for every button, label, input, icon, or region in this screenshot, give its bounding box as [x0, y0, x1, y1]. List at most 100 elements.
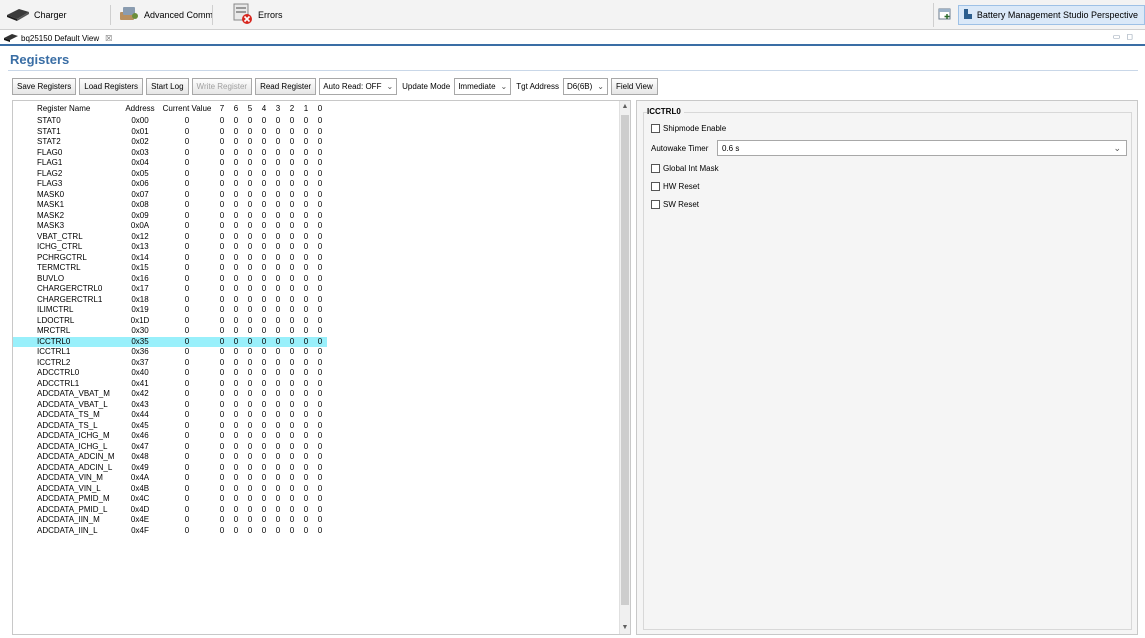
bit-7-cell[interactable]: 0: [215, 148, 229, 159]
bit-0-cell[interactable]: 0: [313, 326, 327, 337]
bit-4-cell[interactable]: 0: [257, 148, 271, 159]
register-name-cell[interactable]: TERMCTRL: [13, 263, 121, 274]
register-name-cell[interactable]: FLAG1: [13, 158, 121, 169]
register-name-cell[interactable]: VBAT_CTRL: [13, 232, 121, 243]
bit-4-cell[interactable]: 0: [257, 368, 271, 379]
bit-0-cell[interactable]: 0: [313, 452, 327, 463]
bit-7-cell[interactable]: 0: [215, 274, 229, 285]
current-value-cell[interactable]: 0: [159, 232, 215, 243]
bit-5-cell[interactable]: 0: [243, 221, 257, 232]
table-row[interactable]: ADCDATA_VBAT_L 0x43 0 0 0 0 0 0 0 0 0: [13, 400, 327, 411]
bit-1-cell[interactable]: 0: [299, 274, 313, 285]
address-cell[interactable]: 0x4A: [121, 473, 159, 484]
register-name-cell[interactable]: ADCDATA_VBAT_L: [13, 400, 121, 411]
scrollbar-thumb[interactable]: [621, 115, 629, 605]
bit-3-cell[interactable]: 0: [271, 421, 285, 432]
current-value-cell[interactable]: 0: [159, 295, 215, 306]
bit-1-cell[interactable]: 0: [299, 505, 313, 516]
perspective-tab-advanced-comm[interactable]: Advanced Comm: [118, 3, 213, 27]
bit-7-cell[interactable]: 0: [215, 463, 229, 474]
table-row[interactable]: TERMCTRL 0x15 0 0 0 0 0 0 0 0 0: [13, 263, 327, 274]
table-row[interactable]: ADCDATA_ICHG_M 0x46 0 0 0 0 0 0 0 0 0: [13, 431, 327, 442]
address-cell[interactable]: 0x44: [121, 410, 159, 421]
bit-1-cell[interactable]: 0: [299, 400, 313, 411]
bit-0-cell[interactable]: 0: [313, 148, 327, 159]
bit-0-cell[interactable]: 0: [313, 421, 327, 432]
table-row[interactable]: MASK2 0x09 0 0 0 0 0 0 0 0 0: [13, 211, 327, 222]
battery-management-perspective-button[interactable]: Battery Management Studio Perspective: [957, 5, 1145, 25]
register-name-cell[interactable]: ADCDATA_PMID_M: [13, 494, 121, 505]
current-value-cell[interactable]: 0: [159, 410, 215, 421]
bit-4-cell[interactable]: 0: [257, 263, 271, 274]
bit-0-cell[interactable]: 0: [313, 316, 327, 327]
bit-6-cell[interactable]: 0: [229, 526, 243, 537]
bit-7-cell[interactable]: 0: [215, 336, 229, 347]
table-row[interactable]: STAT0 0x00 0 0 0 0 0 0 0 0 0: [13, 116, 327, 127]
bit-0-cell[interactable]: 0: [313, 526, 327, 537]
bit-4-cell[interactable]: 0: [257, 410, 271, 421]
bit-7-cell[interactable]: 0: [215, 442, 229, 453]
address-cell[interactable]: 0x4D: [121, 505, 159, 516]
bit-3-cell[interactable]: 0: [271, 452, 285, 463]
column-header-register-name[interactable]: Register Name: [13, 101, 121, 116]
bit-0-cell[interactable]: 0: [313, 253, 327, 264]
current-value-cell[interactable]: 0: [159, 452, 215, 463]
table-row[interactable]: ILIMCTRL 0x19 0 0 0 0 0 0 0 0 0: [13, 305, 327, 316]
bit-1-cell[interactable]: 0: [299, 190, 313, 201]
bit-4-cell[interactable]: 0: [257, 221, 271, 232]
bit-6-cell[interactable]: 0: [229, 127, 243, 138]
bit-1-cell[interactable]: 0: [299, 284, 313, 295]
bit-3-cell[interactable]: 0: [271, 232, 285, 243]
bit-4-cell[interactable]: 0: [257, 116, 271, 127]
bit-5-cell[interactable]: 0: [243, 148, 257, 159]
bit-4-cell[interactable]: 0: [257, 473, 271, 484]
bit-7-cell[interactable]: 0: [215, 473, 229, 484]
bit-3-cell[interactable]: 0: [271, 200, 285, 211]
bit-3-cell[interactable]: 0: [271, 347, 285, 358]
bit-1-cell[interactable]: 0: [299, 169, 313, 180]
bit-1-cell[interactable]: 0: [299, 379, 313, 390]
address-cell[interactable]: 0x35: [121, 336, 159, 347]
bit-4-cell[interactable]: 0: [257, 347, 271, 358]
address-cell[interactable]: 0x05: [121, 169, 159, 180]
bit-2-cell[interactable]: 0: [285, 190, 299, 201]
bit-5-cell[interactable]: 0: [243, 526, 257, 537]
bit-6-cell[interactable]: 0: [229, 410, 243, 421]
bit-6-cell[interactable]: 0: [229, 505, 243, 516]
bit-7-cell[interactable]: 0: [215, 526, 229, 537]
bit-0-cell[interactable]: 0: [313, 263, 327, 274]
address-cell[interactable]: 0x01: [121, 127, 159, 138]
bit-3-cell[interactable]: 0: [271, 379, 285, 390]
bit-1-cell[interactable]: 0: [299, 347, 313, 358]
current-value-cell[interactable]: 0: [159, 505, 215, 516]
bit-3-cell[interactable]: 0: [271, 190, 285, 201]
column-header-bit-6[interactable]: 6: [229, 101, 243, 116]
bit-2-cell[interactable]: 0: [285, 389, 299, 400]
bit-3-cell[interactable]: 0: [271, 221, 285, 232]
bit-5-cell[interactable]: 0: [243, 190, 257, 201]
scroll-up-icon[interactable]: ▲: [620, 102, 630, 112]
bit-6-cell[interactable]: 0: [229, 200, 243, 211]
table-row[interactable]: STAT1 0x01 0 0 0 0 0 0 0 0 0: [13, 127, 327, 138]
bit-7-cell[interactable]: 0: [215, 368, 229, 379]
current-value-cell[interactable]: 0: [159, 263, 215, 274]
field-view-button[interactable]: Field View: [610, 77, 658, 95]
bit-4-cell[interactable]: 0: [257, 526, 271, 537]
bit-5-cell[interactable]: 0: [243, 347, 257, 358]
bit-6-cell[interactable]: 0: [229, 358, 243, 369]
address-cell[interactable]: 0x42: [121, 389, 159, 400]
address-cell[interactable]: 0x46: [121, 431, 159, 442]
bit-2-cell[interactable]: 0: [285, 137, 299, 148]
bit-2-cell[interactable]: 0: [285, 400, 299, 411]
bit-7-cell[interactable]: 0: [215, 295, 229, 306]
bit-5-cell[interactable]: 0: [243, 253, 257, 264]
register-name-cell[interactable]: FLAG0: [13, 148, 121, 159]
bit-4-cell[interactable]: 0: [257, 284, 271, 295]
table-row[interactable]: ADCDATA_PMID_M 0x4C 0 0 0 0 0 0 0 0 0: [13, 494, 327, 505]
load-registers-button[interactable]: Load Registers: [79, 77, 144, 95]
bit-1-cell[interactable]: 0: [299, 494, 313, 505]
bit-0-cell[interactable]: 0: [313, 232, 327, 243]
register-name-cell[interactable]: ADCDATA_VIN_L: [13, 484, 121, 495]
bit-3-cell[interactable]: 0: [271, 316, 285, 327]
table-row[interactable]: ICCTRL2 0x37 0 0 0 0 0 0 0 0 0: [13, 358, 327, 369]
